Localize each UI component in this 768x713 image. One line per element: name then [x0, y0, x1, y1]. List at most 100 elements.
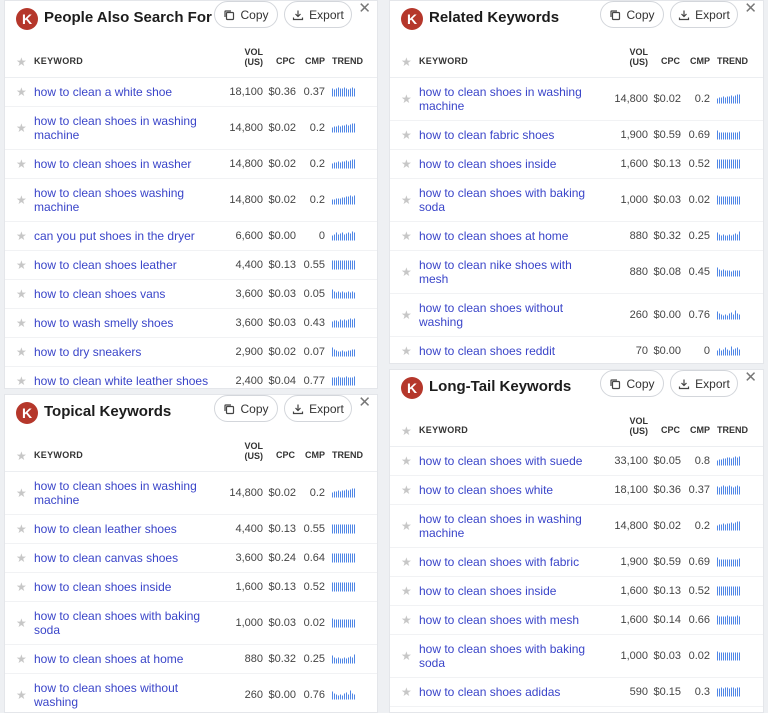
- star-icon[interactable]: ★: [401, 584, 412, 598]
- keyword-link[interactable]: how to clean shoes reddit: [419, 344, 601, 358]
- star-icon[interactable]: ★: [401, 613, 412, 627]
- star-icon[interactable]: ★: [401, 649, 412, 663]
- keyword-link[interactable]: how to clean shoes vans: [34, 287, 216, 301]
- close-icon[interactable]: ✕: [744, 1, 757, 16]
- keyword-link[interactable]: how to clean shoes in washer: [34, 157, 216, 171]
- keyword-link[interactable]: how to clean shoes white: [419, 483, 601, 497]
- star-icon[interactable]: ★: [401, 454, 412, 468]
- keyword-link[interactable]: how to clean shoes with mesh: [419, 613, 601, 627]
- header-keyword[interactable]: KEYWORD: [419, 425, 468, 435]
- star-icon[interactable]: ★: [16, 486, 27, 500]
- star-icon[interactable]: ★: [16, 193, 27, 207]
- star-icon[interactable]: ★: [401, 519, 412, 533]
- keyword-link[interactable]: how to clean shoes adidas: [419, 685, 601, 699]
- export-button[interactable]: Export: [284, 1, 352, 28]
- keyword-link[interactable]: how to clean shoes inside: [419, 584, 601, 598]
- keyword-link[interactable]: how to clean shoes in washing machine: [34, 114, 216, 142]
- star-icon[interactable]: ★: [16, 652, 27, 666]
- star-icon[interactable]: ★: [16, 580, 27, 594]
- keyword-link[interactable]: how to clean shoes in washing machine: [419, 512, 601, 540]
- keyword-link[interactable]: how to clean shoes with baking soda: [34, 609, 216, 637]
- star-icon[interactable]: ★: [16, 121, 27, 135]
- keyword-link[interactable]: how to clean nike shoes with mesh: [419, 258, 601, 286]
- star-icon[interactable]: ★: [16, 85, 27, 99]
- star-icon[interactable]: ★: [401, 92, 412, 106]
- header-volume[interactable]: VOL (US): [225, 47, 263, 67]
- keyword-link[interactable]: how to clean shoes without washing: [34, 681, 216, 709]
- header-cmp[interactable]: CMP: [297, 450, 325, 460]
- star-icon[interactable]: ★: [401, 483, 412, 497]
- star-icon[interactable]: ★: [16, 229, 27, 243]
- star-icon[interactable]: ★: [401, 157, 412, 171]
- copy-button[interactable]: Copy: [600, 1, 664, 28]
- star-icon[interactable]: ★: [16, 551, 27, 565]
- keyword-link[interactable]: how to clean shoes washing machine: [34, 186, 216, 214]
- trend-bar: [346, 582, 347, 592]
- star-icon[interactable]: ★: [16, 616, 27, 630]
- star-icon[interactable]: ★: [401, 308, 412, 322]
- header-keyword[interactable]: KEYWORD: [34, 56, 83, 66]
- close-icon[interactable]: ✕: [358, 395, 371, 410]
- keyword-link[interactable]: how to clean shoes in washing machine: [419, 85, 601, 113]
- copy-button[interactable]: Copy: [600, 370, 664, 397]
- keyword-link[interactable]: how to clean shoes without washing: [419, 301, 601, 329]
- header-cmp[interactable]: CMP: [682, 56, 710, 66]
- export-button[interactable]: Export: [284, 395, 352, 422]
- keyword-link[interactable]: how to clean a white shoe: [34, 85, 216, 99]
- star-header-icon[interactable]: ★: [401, 424, 412, 438]
- star-header-icon[interactable]: ★: [401, 55, 412, 69]
- header-cpc[interactable]: CPC: [652, 425, 680, 435]
- star-icon[interactable]: ★: [16, 522, 27, 536]
- star-icon[interactable]: ★: [16, 287, 27, 301]
- header-cmp[interactable]: CMP: [682, 425, 710, 435]
- keyword-link[interactable]: how to dry sneakers: [34, 345, 216, 359]
- keyword-link[interactable]: how to clean canvas shoes: [34, 551, 216, 565]
- star-icon[interactable]: ★: [16, 374, 27, 388]
- keyword-link[interactable]: how to clean shoes at home: [34, 652, 216, 666]
- keyword-link[interactable]: how to clean shoes inside: [419, 157, 601, 171]
- keyword-link[interactable]: how to clean shoes inside: [34, 580, 216, 594]
- keyword-link[interactable]: can you put shoes in the dryer: [34, 229, 216, 243]
- star-icon[interactable]: ★: [401, 128, 412, 142]
- keyword-link[interactable]: how to clean shoes at home: [419, 229, 601, 243]
- keyword-link[interactable]: how to clean shoes with fabric: [419, 555, 601, 569]
- keyword-link[interactable]: how to clean leather shoes: [34, 522, 216, 536]
- star-icon[interactable]: ★: [16, 258, 27, 272]
- export-button[interactable]: Export: [670, 1, 738, 28]
- star-header-icon[interactable]: ★: [16, 449, 27, 463]
- star-icon[interactable]: ★: [16, 316, 27, 330]
- star-icon[interactable]: ★: [16, 157, 27, 171]
- close-icon[interactable]: ✕: [744, 370, 757, 385]
- keyword-link[interactable]: how to clean shoes leather: [34, 258, 216, 272]
- copy-button[interactable]: Copy: [214, 1, 278, 28]
- header-keyword[interactable]: KEYWORD: [419, 56, 468, 66]
- header-volume[interactable]: VOL (US): [610, 47, 648, 67]
- keyword-link[interactable]: how to clean shoes in washing machine: [34, 479, 216, 507]
- header-cmp[interactable]: CMP: [297, 56, 325, 66]
- trend-bar: [733, 559, 734, 567]
- header-keyword[interactable]: KEYWORD: [34, 450, 83, 460]
- header-volume[interactable]: VOL (US): [610, 416, 648, 436]
- keyword-link[interactable]: how to clean shoes with baking soda: [419, 186, 601, 214]
- keyword-link[interactable]: how to clean shoes with baking soda: [419, 642, 601, 670]
- star-icon[interactable]: ★: [401, 685, 412, 699]
- star-header-icon[interactable]: ★: [16, 55, 27, 69]
- keyword-link[interactable]: how to clean white leather shoes: [34, 374, 216, 388]
- star-icon[interactable]: ★: [401, 344, 412, 358]
- header-cpc[interactable]: CPC: [652, 56, 680, 66]
- close-icon[interactable]: ✕: [358, 1, 371, 16]
- export-button[interactable]: Export: [670, 370, 738, 397]
- keyword-link[interactable]: how to wash smelly shoes: [34, 316, 216, 330]
- star-icon[interactable]: ★: [401, 265, 412, 279]
- header-cpc[interactable]: CPC: [267, 56, 295, 66]
- copy-button[interactable]: Copy: [214, 395, 278, 422]
- star-icon[interactable]: ★: [16, 688, 27, 702]
- star-icon[interactable]: ★: [16, 345, 27, 359]
- keyword-link[interactable]: how to clean shoes with suede: [419, 454, 601, 468]
- header-volume[interactable]: VOL (US): [225, 441, 263, 461]
- star-icon[interactable]: ★: [401, 555, 412, 569]
- header-cpc[interactable]: CPC: [267, 450, 295, 460]
- star-icon[interactable]: ★: [401, 229, 412, 243]
- star-icon[interactable]: ★: [401, 193, 412, 207]
- keyword-link[interactable]: how to clean fabric shoes: [419, 128, 601, 142]
